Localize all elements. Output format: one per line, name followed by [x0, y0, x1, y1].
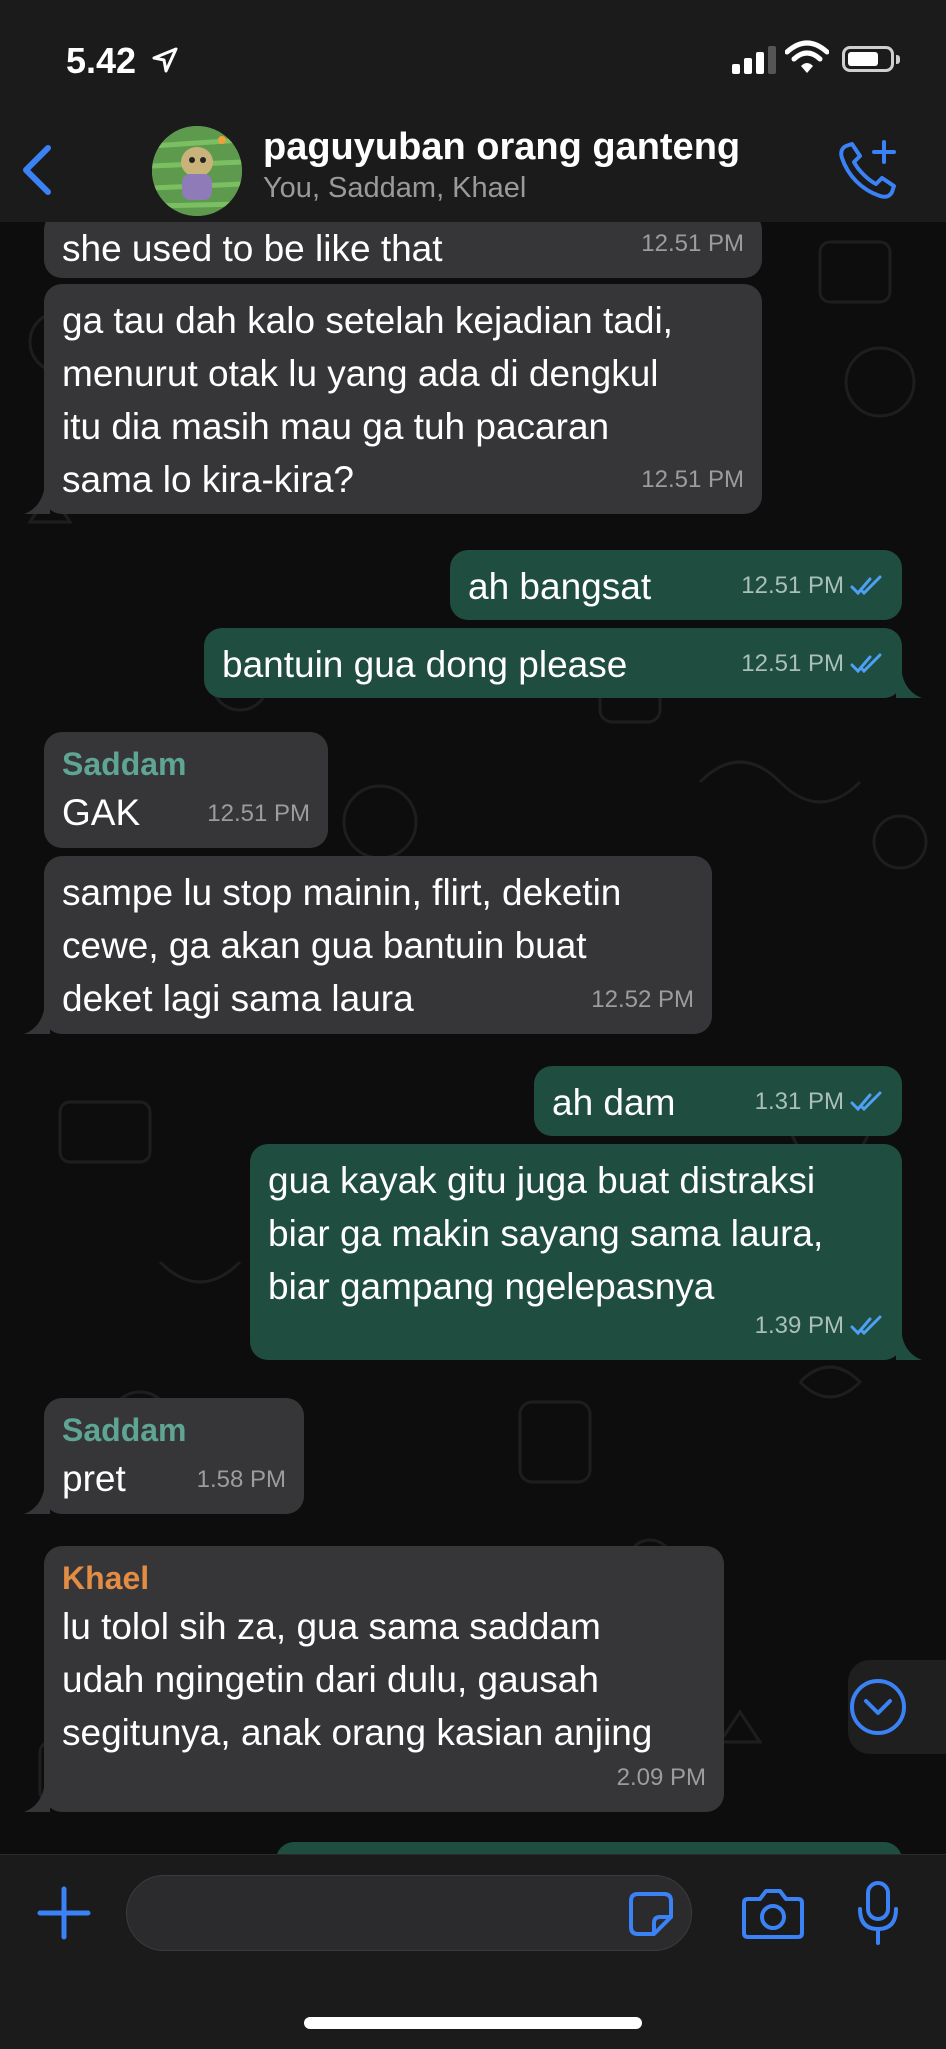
bubble-tail: [896, 674, 922, 698]
group-avatar-image: [152, 126, 242, 216]
double-check-icon: [850, 1315, 882, 1335]
message-bubble[interactable]: ah dam 1.31 PM: [534, 1066, 902, 1136]
message-bubble-partial[interactable]: [276, 1842, 902, 1854]
bubble-tail: [24, 1490, 50, 1514]
add-call-icon[interactable]: [832, 136, 902, 206]
message-line: lu tolol sih za, gua sama saddam: [62, 1606, 601, 1647]
message-time: 12.51 PM: [741, 650, 844, 677]
message-line: ah dam: [552, 1082, 676, 1123]
message-meta: 12.51 PM: [641, 222, 744, 270]
cellular-signal-icon: [732, 44, 776, 74]
back-chevron-icon[interactable]: [18, 142, 58, 198]
sticker-icon[interactable]: [628, 1891, 674, 1937]
message-bubble[interactable]: ga tau dah kalo setelah kejadian tadi, m…: [44, 284, 762, 514]
message-time: 1.39 PM: [754, 1312, 844, 1339]
double-check-icon: [850, 1091, 882, 1111]
message-input[interactable]: [126, 1875, 692, 1951]
message-bubble[interactable]: she used to be like that 12.51 PM: [44, 222, 762, 278]
message-meta: 12.52 PM: [591, 973, 694, 1026]
message-line: ga tau dah kalo setelah kejadian tadi,: [62, 300, 673, 341]
message-bubble[interactable]: sampe lu stop mainin, flirt, deketin cew…: [44, 856, 712, 1034]
message-line: she used to be like that: [62, 228, 443, 269]
message-text: gua kayak gitu juga buat distraksi biar …: [268, 1154, 884, 1313]
message-line: gua kayak gitu juga buat distraksi: [268, 1160, 816, 1201]
message-time: 1.31 PM: [754, 1088, 844, 1115]
message-line: bantuin gua dong please: [222, 644, 628, 685]
message-meta: 1.58 PM: [197, 1453, 286, 1506]
bubble-tail: [24, 490, 50, 514]
message-line: deket lagi sama laura: [62, 978, 414, 1019]
message-line: cewe, ga akan gua bantuin buat: [62, 925, 587, 966]
group-members[interactable]: You, Saddam, Khael: [263, 172, 526, 205]
sender-name[interactable]: Saddam: [62, 742, 310, 786]
home-indicator: [304, 2017, 642, 2029]
message-time: 2.09 PM: [616, 1764, 706, 1791]
scroll-to-bottom-button[interactable]: [848, 1660, 946, 1754]
message-line: pret: [62, 1458, 126, 1499]
message-meta: 1.39 PM: [755, 1299, 884, 1352]
message-time: 12.52 PM: [591, 986, 694, 1013]
message-time: 12.51 PM: [641, 230, 744, 257]
status-time: 5.42: [66, 40, 178, 82]
message-line: menurut otak lu yang ada di dengkul: [62, 353, 659, 394]
message-line: sama lo kira-kira?: [62, 459, 354, 500]
message-time: 1.58 PM: [196, 1466, 286, 1493]
message-meta: 12.51 PM: [641, 453, 744, 506]
message-line: udah ngingetin dari dulu, gausah: [62, 1659, 599, 1700]
message-line: GAK: [62, 792, 141, 833]
microphone-icon[interactable]: [856, 1881, 900, 1945]
chat-header: paguyuban orang ganteng You, Saddam, Kha…: [0, 118, 946, 223]
location-arrow-icon: [152, 47, 178, 81]
camera-icon[interactable]: [742, 1885, 804, 1941]
group-title[interactable]: paguyuban orang ganteng: [263, 126, 740, 169]
message-bubble[interactable]: ah bangsat 12.51 PM: [450, 550, 902, 620]
message-time: 12.51 PM: [207, 800, 310, 827]
message-meta: 12.51 PM: [741, 637, 884, 690]
sender-name[interactable]: Saddam: [62, 1408, 286, 1452]
message-bubble[interactable]: Khael lu tolol sih za, gua sama saddam u…: [44, 1546, 724, 1812]
message-list[interactable]: she used to be like that 12.51 PM ga tau…: [0, 222, 946, 1854]
group-avatar[interactable]: [152, 126, 242, 216]
sender-name[interactable]: Khael: [62, 1556, 706, 1600]
message-bubble[interactable]: bantuin gua dong please 12.51 PM: [204, 628, 902, 698]
battery-icon: [842, 46, 900, 72]
message-bubble[interactable]: Saddam GAK 12.51 PM: [44, 732, 328, 848]
message-meta: 12.51 PM: [207, 787, 310, 840]
message-time: 12.51 PM: [641, 466, 744, 493]
wifi-icon: [785, 40, 829, 73]
double-check-icon: [850, 575, 882, 595]
message-meta: 2.09 PM: [617, 1751, 706, 1804]
message-meta: 12.51 PM: [741, 559, 884, 612]
bubble-tail: [24, 1788, 50, 1812]
message-time: 12.51 PM: [741, 572, 844, 599]
message-line: ah bangsat: [468, 566, 652, 607]
message-text: lu tolol sih za, gua sama saddam udah ng…: [62, 1600, 706, 1759]
message-bubble[interactable]: gua kayak gitu juga buat distraksi biar …: [250, 1144, 902, 1360]
double-check-icon: [850, 653, 882, 673]
status-time-text: 5.42: [66, 40, 137, 81]
message-line: biar gampang ngelepasnya: [268, 1266, 715, 1307]
message-line: biar ga makin sayang sama laura,: [268, 1213, 824, 1254]
bubble-tail: [24, 1010, 50, 1034]
status-bar: 5.42: [0, 0, 946, 118]
message-line: itu dia masih mau ga tuh pacaran: [62, 406, 610, 447]
message-meta: 1.31 PM: [755, 1075, 884, 1128]
message-line: sampe lu stop mainin, flirt, deketin: [62, 872, 622, 913]
message-line: segitunya, anak orang kasian anjing: [62, 1712, 653, 1753]
bubble-tail: [896, 1336, 922, 1360]
message-bubble[interactable]: Saddam pret 1.58 PM: [44, 1398, 304, 1514]
plus-icon[interactable]: [36, 1885, 92, 1941]
chevron-down-circle-icon: [850, 1679, 906, 1735]
composer-bar: [0, 1854, 946, 2049]
